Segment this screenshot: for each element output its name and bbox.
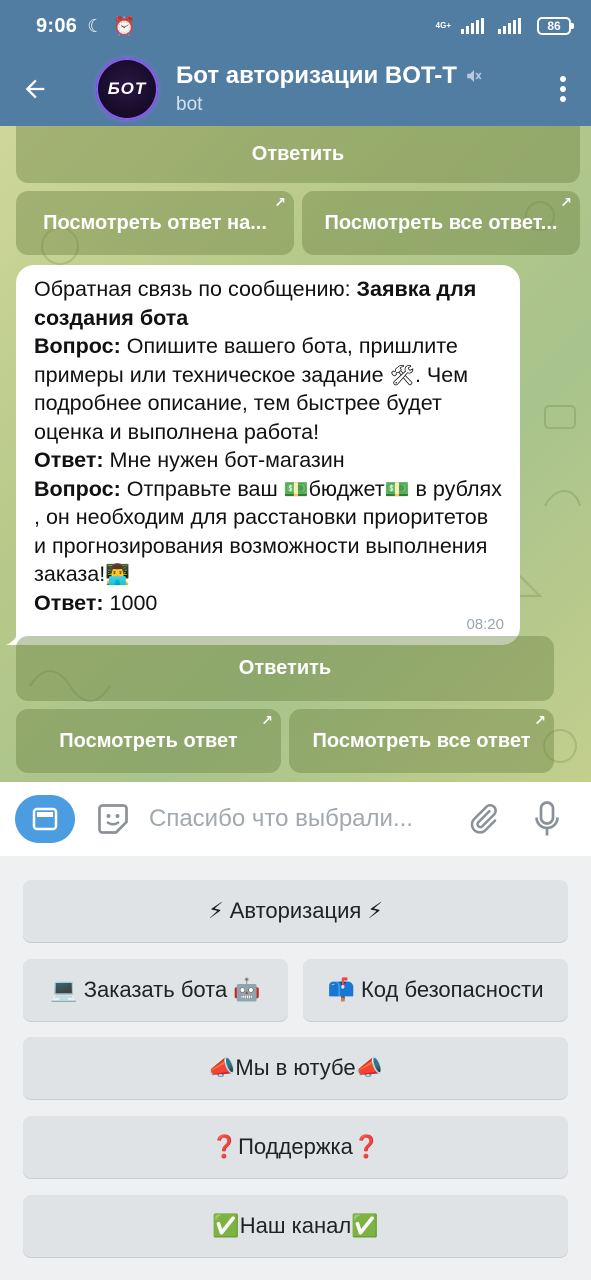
- reply-button[interactable]: Ответить: [16, 636, 554, 701]
- message-bubble[interactable]: Обратная связь по сообщению: Заявка для …: [6, 265, 520, 645]
- authorization-button[interactable]: ⚡ Авторизация ⚡: [23, 880, 568, 942]
- chat-area[interactable]: Ответить Посмотреть ответ на... ↗ Посмот…: [0, 126, 591, 782]
- youtube-button[interactable]: 📣Мы в ютубе📣: [23, 1037, 568, 1099]
- channel-button[interactable]: ✅Наш канал✅: [23, 1195, 568, 1257]
- avatar[interactable]: БОТ: [96, 58, 158, 120]
- technologist-emoji: 👨‍💻: [105, 562, 131, 586]
- answer-label-1: Ответ:: [34, 448, 104, 472]
- question-label-1: Вопрос:: [34, 334, 121, 358]
- title-block[interactable]: Бот авторизации BOT-T bot: [176, 62, 483, 116]
- answer-label-2: Ответ:: [34, 590, 104, 615]
- external-link-icon: ↗: [274, 194, 286, 210]
- emoji-sticker-button[interactable]: [93, 799, 133, 839]
- message-input[interactable]: [147, 804, 451, 834]
- view-all-answers-button-top[interactable]: Посмотреть все ответ... ↗: [302, 191, 580, 255]
- reply-keyboard: ⚡ Авторизация ⚡ 💻 Заказать бота 🤖 📫 Код …: [0, 856, 591, 1280]
- message-input-bar: [0, 782, 591, 856]
- chat-header: БОТ Бот авторизации BOT-T bot: [0, 52, 591, 126]
- network-label: 4G+: [435, 21, 451, 30]
- view-answer-button[interactable]: Посмотреть ответ ↗: [16, 709, 281, 773]
- more-menu-button[interactable]: [535, 52, 591, 126]
- money-emoji-2: 💵: [384, 476, 410, 501]
- more-vertical-icon: [560, 76, 566, 102]
- question-text-2a: Отправьте ваш: [120, 476, 284, 501]
- security-code-button[interactable]: 📫 Код безопасности: [303, 959, 568, 1021]
- question-label-2: Вопрос:: [34, 476, 121, 501]
- paperclip-icon: [470, 803, 497, 834]
- voice-record-button[interactable]: [527, 799, 567, 839]
- back-button[interactable]: [0, 52, 70, 126]
- attach-button[interactable]: [463, 799, 503, 839]
- sticker-icon: [98, 804, 128, 834]
- message-intro: Обратная связь по сообщению:: [34, 277, 357, 301]
- external-link-icon: ↗: [534, 712, 546, 728]
- external-link-icon: ↗: [261, 712, 273, 728]
- external-link-icon: ↗: [560, 194, 572, 210]
- battery-icon: 86: [537, 17, 574, 35]
- chat-title: Бот авторизации BOT-T: [176, 62, 457, 89]
- signal-icon-2: [498, 18, 521, 34]
- reply-button-top[interactable]: Ответить: [16, 126, 580, 183]
- money-emoji: 💵: [283, 476, 309, 501]
- arrow-left-icon: [25, 79, 45, 99]
- view-all-answers-button[interactable]: Посмотреть все ответ ↗: [289, 709, 554, 773]
- order-bot-button[interactable]: 💻 Заказать бота 🤖: [23, 959, 288, 1021]
- answer-text-2: 1000: [103, 590, 158, 615]
- status-time: 9:06: [36, 14, 78, 37]
- microphone-icon: [535, 801, 559, 836]
- message-time: 08:20: [466, 615, 504, 633]
- support-button[interactable]: ❓Поддержка❓: [23, 1116, 568, 1178]
- alarm-icon: ⏰: [113, 15, 136, 36]
- chat-subtitle: bot: [176, 94, 203, 115]
- status-bar: 9:06 ☾ ⏰ 4G+ 86: [0, 0, 591, 52]
- view-answer-button-top[interactable]: Посмотреть ответ на... ↗: [16, 191, 294, 255]
- question-text-2b: бюджет: [308, 476, 385, 501]
- signal-icon: [461, 18, 484, 34]
- muted-icon: [467, 70, 482, 82]
- moon-icon: ☾: [87, 15, 104, 36]
- tools-emoji: 🛠: [389, 362, 415, 387]
- bot-keyboard-icon: [32, 807, 58, 831]
- answer-text-1: Мне нужен бот-магазин: [103, 448, 345, 472]
- keyboard-toggle-button[interactable]: [15, 795, 75, 843]
- status-right: 4G+ 86: [435, 17, 574, 35]
